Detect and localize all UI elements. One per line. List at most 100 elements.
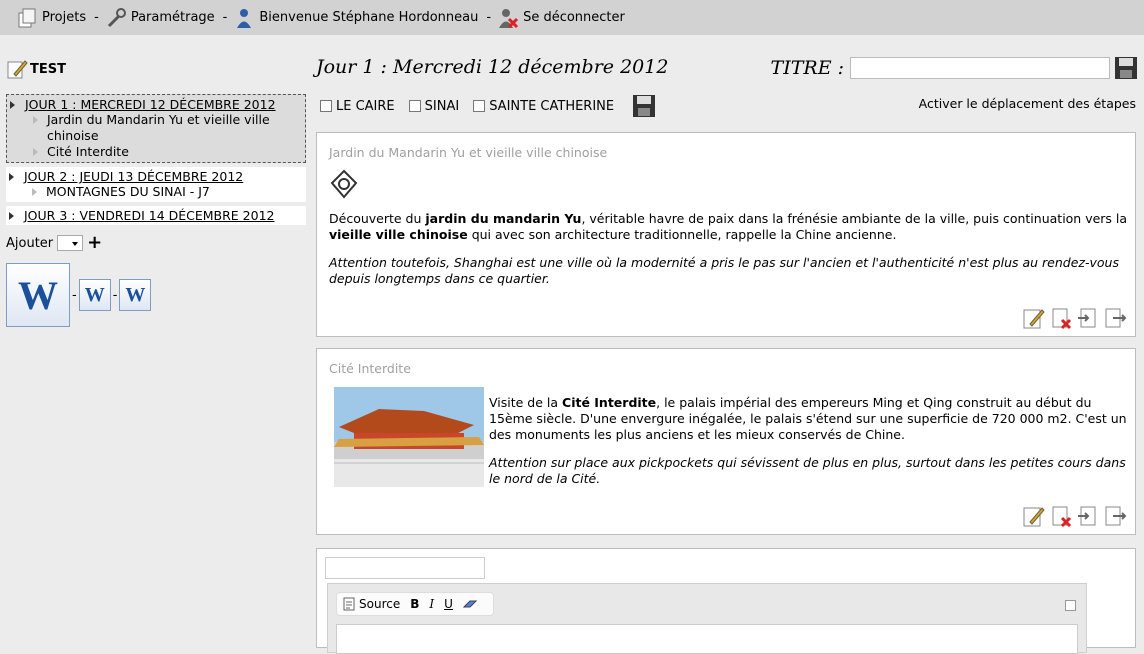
card-actions bbox=[1019, 306, 1127, 330]
step-card-title: Jardin du Mandarin Yu et vieille ville c… bbox=[329, 145, 608, 160]
move-out-icon[interactable] bbox=[1103, 306, 1127, 330]
checkbox-le-caire[interactable]: LE CAIRE bbox=[320, 99, 395, 114]
step-label: Jardin du Mandarin Yu et vieille ville c… bbox=[47, 112, 270, 143]
checkbox-label: LE CAIRE bbox=[336, 98, 395, 114]
add-plus-button[interactable]: + bbox=[87, 234, 102, 252]
day-label[interactable]: JOUR 3 : VENDREDI 14 DÉCEMBRE 2012 bbox=[24, 208, 275, 223]
welcome-label: Bienvenue Stéphane Hordonneau bbox=[259, 10, 479, 25]
destination-checkboxes: LE CAIRE SINAI SAINTE CATHERINE bbox=[320, 94, 656, 118]
step-card-body: Découverte du jardin du mandarin Yu, vér… bbox=[329, 211, 1129, 287]
add-label: Ajouter bbox=[6, 235, 54, 251]
add-row: Ajouter + bbox=[6, 234, 306, 252]
move-in-icon[interactable] bbox=[1076, 504, 1100, 528]
word-export-row: W - W - W bbox=[6, 263, 306, 327]
description: Visite de la Cité Interdite, le palais i… bbox=[489, 395, 1127, 442]
step-photo[interactable] bbox=[334, 387, 484, 487]
move-out-icon[interactable] bbox=[1103, 504, 1127, 528]
word-export-icon[interactable]: W bbox=[78, 279, 111, 311]
checkbox-sainte-catherine[interactable]: SAINTE CATHERINE bbox=[473, 99, 614, 114]
camera-icon[interactable] bbox=[329, 169, 359, 199]
rich-text-editor: Source B I U bbox=[327, 583, 1087, 654]
step-title-input[interactable] bbox=[325, 557, 485, 579]
editor-content-area[interactable] bbox=[336, 624, 1078, 654]
titre-row: TITRE : bbox=[771, 56, 1138, 80]
note: Attention sur place aux pickpockets qui … bbox=[489, 455, 1126, 486]
delete-icon[interactable] bbox=[1049, 504, 1073, 528]
eraser-icon[interactable] bbox=[462, 599, 477, 609]
logout-user-icon bbox=[497, 7, 519, 29]
source-label: Source bbox=[359, 597, 401, 611]
checkbox[interactable] bbox=[473, 100, 486, 112]
step-arrow-icon bbox=[33, 116, 38, 124]
day-item-3[interactable]: JOUR 3 : VENDREDI 14 DÉCEMBRE 2012 bbox=[6, 206, 306, 225]
description: Découverte du jardin du mandarin Yu, vér… bbox=[329, 211, 1128, 242]
day-list: JOUR 1 : MERCREDI 12 DÉCEMBRE 2012 Jardi… bbox=[6, 94, 306, 225]
top-bar: Projets - Paramétrage - Bienvenue Stépha… bbox=[0, 0, 1144, 35]
sidebar: TEST JOUR 1 : MERCREDI 12 DÉCEMBRE 2012 … bbox=[6, 56, 306, 327]
logout-link[interactable]: Se déconnecter bbox=[497, 7, 625, 29]
activer-deplacement-link[interactable]: Activer le déplacement des étapes bbox=[919, 96, 1136, 111]
day-label[interactable]: JOUR 2 : JEUDI 13 DÉCEMBRE 2012 bbox=[24, 169, 243, 184]
checkbox[interactable] bbox=[408, 100, 421, 112]
parametrage-label: Paramétrage bbox=[130, 10, 215, 25]
expand-arrow-icon[interactable] bbox=[9, 212, 14, 220]
italic-button[interactable]: I bbox=[429, 597, 434, 611]
step-item[interactable]: MONTAGNES DU SINAI - J7 bbox=[24, 184, 306, 200]
step-card: Cité Interdite Visite de la Cité Interdi… bbox=[316, 348, 1136, 535]
project-title-label: TEST bbox=[30, 61, 66, 77]
titre-input[interactable] bbox=[850, 57, 1110, 79]
new-step-card: Source B I U bbox=[316, 548, 1136, 654]
step-card: Jardin du Mandarin Yu et vieille ville c… bbox=[316, 132, 1136, 337]
logout-label: Se déconnecter bbox=[523, 10, 625, 25]
edit-icon[interactable] bbox=[1022, 504, 1046, 528]
source-button[interactable]: Source bbox=[343, 597, 400, 611]
source-icon bbox=[343, 597, 355, 611]
bold-button[interactable]: B bbox=[410, 597, 419, 611]
projets-link[interactable]: Projets bbox=[16, 7, 86, 29]
day-item-2[interactable]: JOUR 2 : JEUDI 13 DÉCEMBRE 2012 MONTAGNE… bbox=[6, 167, 306, 202]
note: Attention toutefois, Shanghai est une vi… bbox=[329, 255, 1119, 286]
day-title: Jour 1 : Mercredi 12 décembre 2012 bbox=[316, 56, 669, 78]
edit-icon[interactable] bbox=[1022, 306, 1046, 330]
step-card-title: Cité Interdite bbox=[329, 361, 411, 376]
expand-arrow-icon[interactable] bbox=[10, 101, 15, 109]
save-icon[interactable] bbox=[1114, 56, 1138, 80]
checkbox[interactable] bbox=[320, 100, 332, 112]
editor-toolbar: Source B I U bbox=[336, 592, 494, 616]
parametrage-link[interactable]: Paramétrage bbox=[105, 7, 215, 29]
titre-label: TITRE : bbox=[770, 57, 844, 79]
separator: - bbox=[112, 287, 118, 303]
word-export-icon[interactable]: W bbox=[119, 279, 152, 311]
step-label: Cité Interdite bbox=[47, 144, 129, 159]
expand-arrow-icon[interactable] bbox=[9, 173, 14, 181]
step-label: MONTAGNES DU SINAI - J7 bbox=[46, 184, 210, 199]
separator: - bbox=[72, 287, 77, 303]
project-title[interactable]: TEST bbox=[6, 56, 306, 82]
word-export-big-icon[interactable]: W bbox=[6, 263, 70, 327]
edit-pencil-icon bbox=[6, 58, 28, 80]
step-arrow-icon bbox=[32, 188, 37, 196]
day-label[interactable]: JOUR 1 : MERCREDI 12 DÉCEMBRE 2012 bbox=[25, 97, 276, 112]
delete-icon[interactable] bbox=[1049, 306, 1073, 330]
step-card-body: Visite de la Cité Interdite, le palais i… bbox=[489, 395, 1129, 487]
user-welcome: Bienvenue Stéphane Hordonneau bbox=[233, 7, 478, 29]
step-item[interactable]: Cité Interdite bbox=[25, 144, 305, 160]
add-type-select[interactable] bbox=[57, 235, 84, 251]
checkbox-label: SINAI bbox=[424, 98, 460, 114]
save-icon[interactable] bbox=[632, 94, 656, 118]
move-in-icon[interactable] bbox=[1076, 306, 1100, 330]
collapse-toolbar-icon[interactable] bbox=[1065, 600, 1076, 611]
separator: - bbox=[222, 10, 228, 25]
projects-icon bbox=[16, 7, 38, 29]
user-icon bbox=[233, 7, 255, 29]
day-item-1[interactable]: JOUR 1 : MERCREDI 12 DÉCEMBRE 2012 Jardi… bbox=[6, 94, 306, 163]
underline-button[interactable]: U bbox=[444, 597, 453, 611]
card-actions bbox=[1019, 504, 1127, 528]
wrench-icon bbox=[105, 7, 127, 29]
separator: - bbox=[94, 10, 99, 25]
separator: - bbox=[486, 10, 492, 25]
step-arrow-icon bbox=[33, 148, 38, 156]
projets-label: Projets bbox=[42, 10, 87, 25]
step-item[interactable]: Jardin du Mandarin Yu et vieille ville c… bbox=[25, 112, 305, 144]
checkbox-sinai[interactable]: SINAI bbox=[408, 98, 460, 114]
